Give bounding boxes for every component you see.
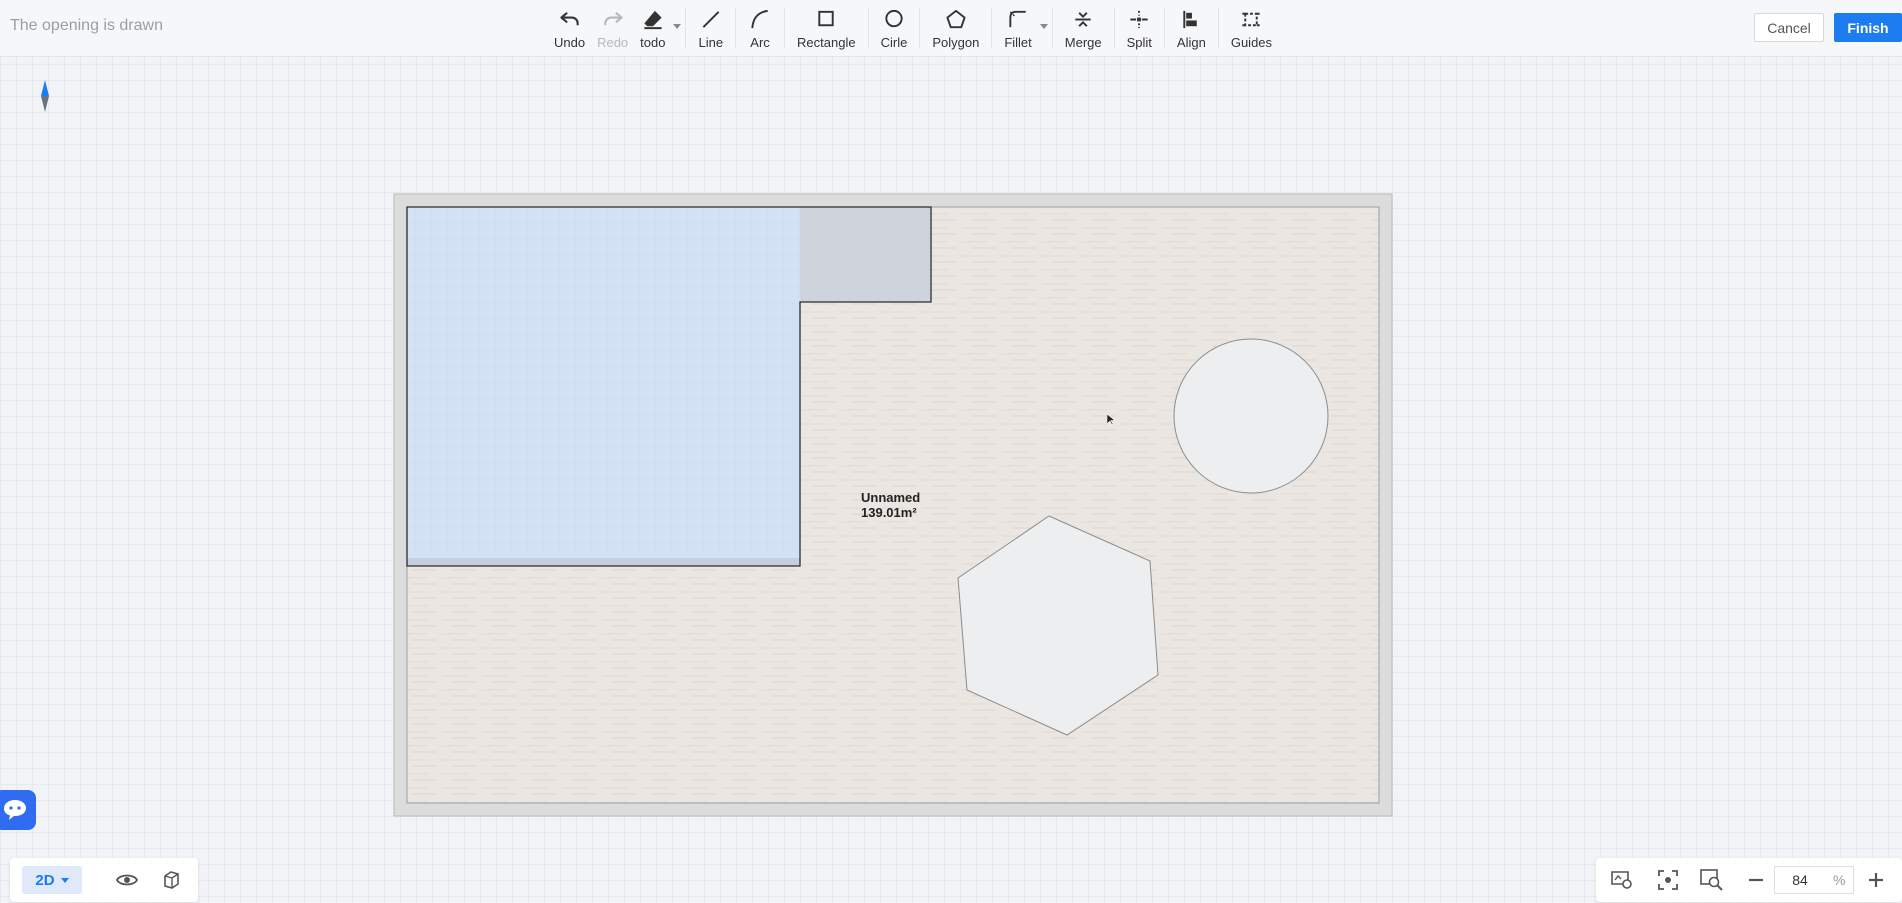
circle-icon [885,9,903,28]
align-left-icon [1183,10,1198,29]
visibility-button[interactable] [113,866,141,894]
polygon-tool[interactable]: Polygon [926,6,985,50]
split-label: Split [1126,35,1152,50]
redo-button[interactable]: Redo [591,6,634,50]
floorplan-canvas [393,193,1393,817]
compass-icon [41,80,49,112]
merge-tool[interactable]: Merge [1059,6,1108,50]
circle-opening[interactable] [1173,338,1329,494]
plus-icon [1869,873,1883,887]
selected-region-edge [407,558,800,566]
rectangle-icon [818,10,834,27]
line-label: Line [698,35,724,50]
zoom-unit: % [1833,872,1846,888]
toolbar-divider [991,8,993,48]
undo-label: Undo [554,35,586,50]
chevron-down-icon [1039,24,1048,29]
guides-tool[interactable]: Guides [1225,6,1278,50]
merge-label: Merge [1064,35,1102,50]
zoom-preview-button[interactable] [1698,866,1726,894]
hexagon-opening[interactable] [957,515,1159,736]
merge-icon [1075,12,1091,27]
zoom-in-button[interactable] [1862,866,1890,894]
align-tool[interactable]: Align [1171,6,1212,50]
cancel-button[interactable]: Cancel [1754,13,1824,42]
rectangle-tool[interactable]: Rectangle [791,6,862,50]
chat-button[interactable] [0,790,36,830]
cube-icon [164,871,179,889]
circle-tool[interactable]: Cirle [875,6,914,50]
focus-icon [1658,870,1678,890]
toolbar-divider [1163,8,1165,48]
arc-tool[interactable]: Arc [742,6,778,50]
todo-label: todo [640,35,666,50]
arc-icon [751,9,768,29]
todo-button[interactable]: todo [634,6,682,50]
drawing-tools: Undo Redo todo Line Arc Rectangle Cirle … [548,6,1278,50]
fillet-tool[interactable]: Fillet [998,6,1048,50]
chevron-down-icon [673,24,682,29]
top-toolbar: The opening is drawn Undo Redo todo Line… [0,0,1902,57]
zoom-window-icon [1700,869,1723,891]
rectangle-label: Rectangle [797,35,856,50]
room-label: Unnamed 139.01m² [861,490,920,520]
eye-icon [116,874,138,886]
toolbar-divider [867,8,869,48]
3d-view-button[interactable] [157,866,185,894]
finish-button[interactable]: Finish [1834,13,1902,42]
toolbar-divider [784,8,786,48]
circle-label: Cirle [880,35,908,50]
line-tool[interactable]: Line [692,6,729,50]
chat-bubble-icon [4,800,26,820]
room-name: Unnamed [861,490,921,505]
zoom-value: 84 [1792,872,1808,888]
chevron-down-icon [60,877,69,883]
line-icon [702,11,720,28]
mouse-cursor-icon [1107,414,1115,426]
zoom-level-input[interactable]: 84 % [1774,866,1854,894]
view-mode-label: 2D [35,871,55,889]
minus-icon [1749,878,1763,882]
redo-label: Redo [597,35,629,50]
toolbar-divider [735,8,737,48]
overlap-region [800,207,930,302]
redo-icon [603,11,623,26]
align-label: Align [1176,35,1206,50]
pentagon-icon [946,9,966,29]
fillet-label: Fillet [1004,35,1032,50]
undo-button[interactable]: Undo [548,6,591,50]
page-title: The opening is drawn [10,17,163,34]
toolbar-divider [1217,8,1219,48]
opening-outline[interactable] [406,206,932,567]
guides-label: Guides [1230,35,1273,50]
toolbar-divider [1113,8,1115,48]
zoom-out-button[interactable] [1742,866,1770,894]
view-mode-dropdown[interactable]: 2D [22,866,82,894]
split-icon [1130,10,1148,29]
split-tool[interactable]: Split [1121,6,1158,50]
undo-icon [559,11,579,26]
arc-label: Arc [750,35,770,50]
selected-region-grid [407,207,800,566]
toolbar-divider [1051,8,1053,48]
view-settings-icon [1611,871,1632,889]
view-settings-button[interactable] [1608,866,1636,894]
guides-icon [1242,12,1261,27]
eraser-icon [644,10,662,30]
fillet-icon [1009,10,1026,28]
selected-region[interactable] [407,207,800,566]
toolbar-divider [919,8,921,48]
fit-view-button[interactable] [1654,866,1682,894]
toolbar-divider [685,8,687,48]
polygon-label: Polygon [932,35,980,50]
room-area: 139.01m² [861,505,917,520]
